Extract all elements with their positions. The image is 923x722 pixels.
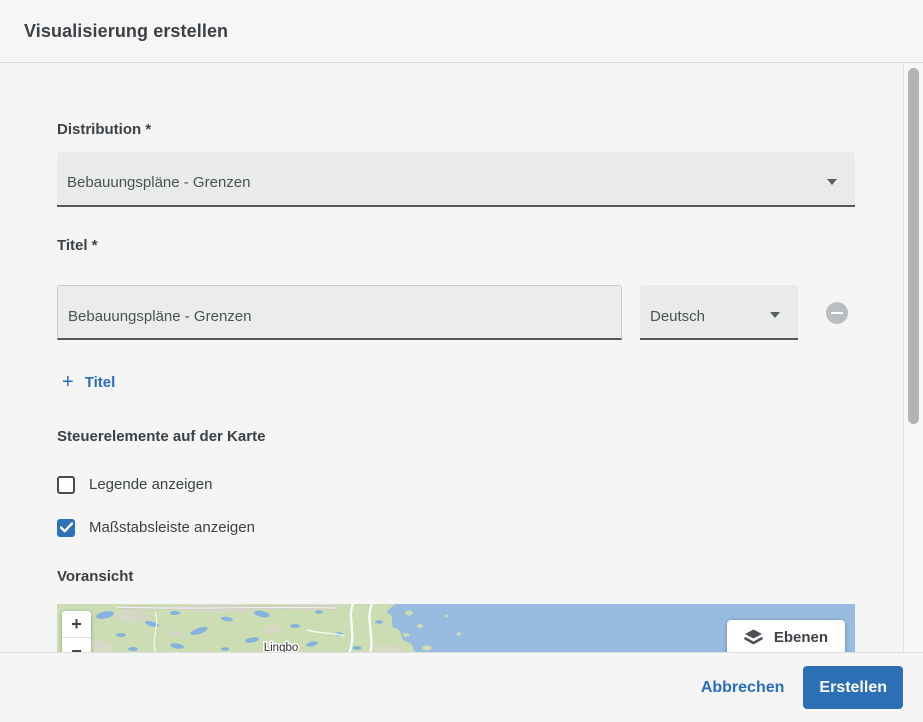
title-input[interactable]: Bebauungspläne - Grenzen [57, 285, 622, 340]
layers-button[interactable]: Ebenen [726, 620, 845, 654]
scalebar-checkbox[interactable] [57, 518, 75, 537]
plus-icon: + [62, 371, 74, 393]
language-select[interactable]: Deutsch [640, 285, 798, 340]
checkmark-icon [59, 522, 73, 533]
layers-button-label: Ebenen [773, 628, 828, 646]
dialog-body: Distribution * Bebauungspläne - Grenzen … [0, 120, 923, 654]
layers-icon [744, 629, 763, 645]
dialog-header: Visualisierung erstellen [0, 0, 923, 63]
scrollbar-track[interactable] [903, 63, 923, 652]
zoom-in-button[interactable]: + [62, 611, 91, 637]
map-zoom-control: + − [62, 611, 91, 654]
distribution-label: Distribution * [57, 121, 152, 138]
preview-heading: Voransicht [57, 568, 134, 585]
dialog-footer: Abbrechen Erstellen [0, 652, 923, 722]
legend-checkbox-label: Legende anzeigen [89, 476, 213, 493]
scalebar-checkbox-row[interactable]: Maßstabsleiste anzeigen [57, 518, 855, 537]
map-preview[interactable]: Lingbo + − Ebenen [57, 604, 855, 654]
dialog-title: Visualisierung erstellen [24, 20, 229, 41]
cancel-button[interactable]: Abbrechen [701, 679, 785, 697]
legend-checkbox[interactable] [57, 475, 75, 494]
scrollbar-thumb[interactable] [908, 68, 919, 424]
title-row: Bebauungspläne - Grenzen Deutsch [57, 285, 855, 340]
create-button[interactable]: Erstellen [803, 666, 903, 709]
chevron-down-icon [770, 312, 780, 318]
add-title-button[interactable]: + Titel [62, 371, 116, 393]
scalebar-checkbox-label: Maßstabsleiste anzeigen [89, 519, 255, 536]
chevron-down-icon [827, 179, 837, 185]
create-visualization-dialog: Visualisierung erstellen Distribution * … [0, 0, 923, 722]
minus-icon [831, 312, 843, 314]
map-controls-heading: Steuerelemente auf der Karte [57, 428, 266, 445]
legend-checkbox-row[interactable]: Legende anzeigen [57, 475, 855, 494]
title-label: Titel * [57, 237, 98, 254]
add-title-label: Titel [84, 373, 116, 391]
distribution-select-value: Bebauungspläne - Grenzen [67, 174, 251, 191]
remove-title-button[interactable] [826, 302, 848, 324]
title-input-value: Bebauungspläne - Grenzen [68, 308, 252, 325]
language-select-value: Deutsch [650, 308, 706, 325]
distribution-select[interactable]: Bebauungspläne - Grenzen [57, 152, 855, 207]
